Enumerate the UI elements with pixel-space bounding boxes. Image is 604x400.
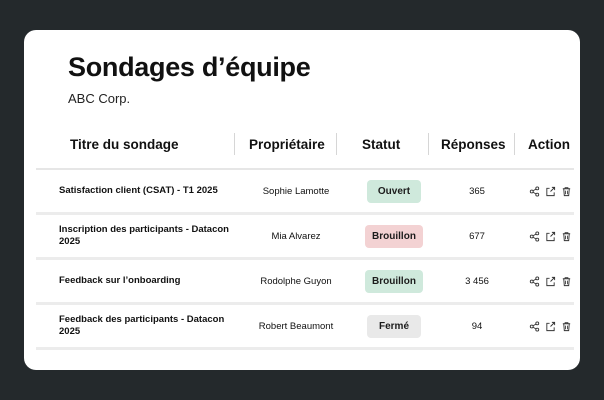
status-badge: Ouvert [367,179,421,203]
survey-title[interactable]: Inscription des participants - Datacon 2… [59,215,229,257]
row-actions [526,215,574,257]
company-name: ABC Corp. [68,91,131,106]
survey-title-text: Feedback sur l’onboarding [59,275,181,286]
status-badge: Brouillon [365,224,423,248]
trash-icon[interactable] [561,276,572,287]
response-count: 365 [469,185,485,197]
response-count: 94 [471,320,483,332]
survey-title[interactable]: Satisfaction client (CSAT) - T1 2025 [59,170,229,212]
column-divider [514,133,515,155]
status-badge: Fermé [367,314,421,338]
column-divider [234,133,235,155]
response-count: 3 456 [465,275,489,287]
trash-icon[interactable] [561,186,572,197]
trash-icon[interactable] [561,321,572,332]
export-icon[interactable] [545,321,556,332]
export-icon[interactable] [545,276,556,287]
table-row[interactable]: Satisfaction client (CSAT) - T1 2025 Sop… [36,170,574,215]
column-header-status[interactable]: Statut [362,128,400,168]
column-divider [336,133,337,155]
row-actions [526,305,574,347]
survey-title[interactable]: Feedback sur l’onboarding [59,260,229,302]
column-divider [428,133,429,155]
share-icon[interactable] [529,185,540,197]
survey-title[interactable]: Feedback des participants - Datacon 2025 [59,305,229,347]
survey-title-text: Feedback des participants - Datacon 2025 [59,314,225,337]
response-count: 677 [469,230,485,242]
column-header-responses[interactable]: Réponses [441,128,506,168]
table-row[interactable]: Feedback des participants - Datacon 2025… [36,305,574,350]
column-header-action: Action [528,137,570,152]
export-icon[interactable] [545,231,556,242]
table-row[interactable]: Inscription des participants - Datacon 2… [36,215,574,260]
column-header-title[interactable]: Titre du sondage [70,128,179,168]
table-header: Titre du sondage Propriétaire Statut Rép… [36,128,574,170]
row-actions [526,260,574,302]
surveys-card: Sondages d’équipe ABC Corp. Titre du son… [24,30,580,370]
export-icon[interactable] [545,186,556,197]
share-icon[interactable] [529,230,540,242]
survey-title-text: Satisfaction client (CSAT) - T1 2025 [59,185,218,196]
page-title: Sondages d’équipe [68,52,311,82]
surveys-table: Titre du sondage Propriétaire Statut Rép… [36,128,574,350]
survey-title-text: Inscription des participants - Datacon 2… [59,224,229,247]
status-badge: Brouillon [365,269,423,293]
share-icon[interactable] [529,275,540,287]
row-actions [526,170,574,212]
trash-icon[interactable] [561,231,572,242]
column-header-owner[interactable]: Propriétaire [249,128,325,168]
table-row[interactable]: Feedback sur l’onboarding Rodolphe Guyon… [36,260,574,305]
share-icon[interactable] [529,320,540,332]
